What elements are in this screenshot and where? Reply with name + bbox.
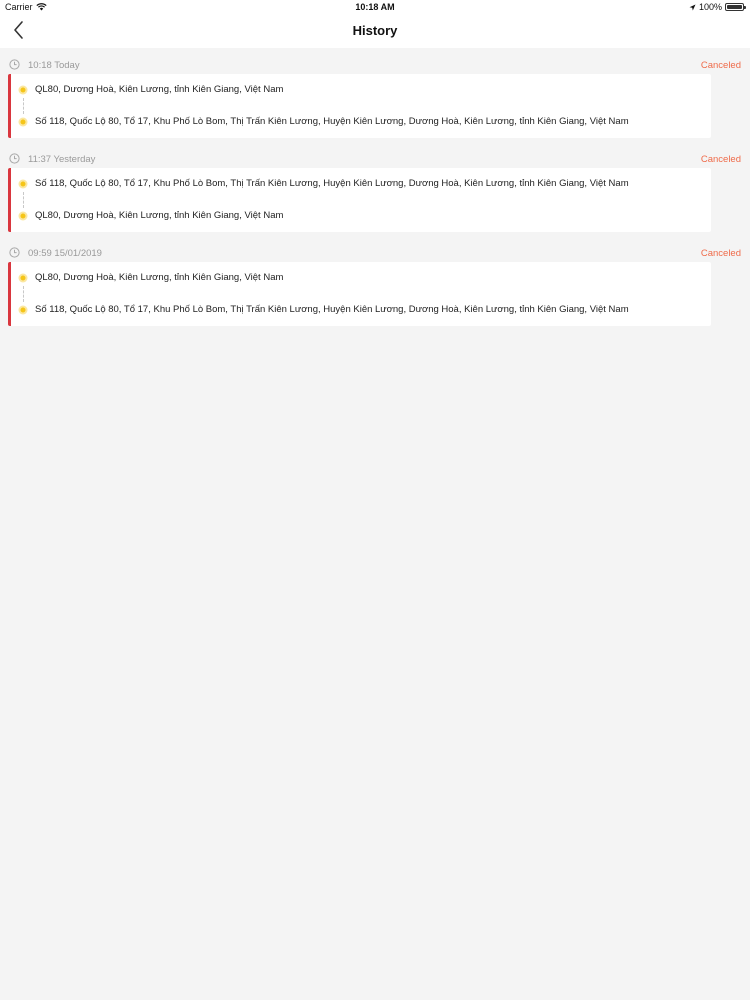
trip-group: 10:18 Today Canceled QL80, Dương Hoà, Ki…	[0, 56, 750, 138]
trip-datetime: 11:37 Yesterday	[28, 154, 96, 165]
trip-header: 10:18 Today Canceled	[0, 56, 750, 74]
navigation-bar: History	[0, 14, 750, 48]
dropoff-address: QL80, Dương Hoà, Kiên Lương, tỉnh Kiên G…	[35, 210, 284, 221]
trip-card[interactable]: Số 118, Quốc Lộ 80, Tổ 17, Khu Phố Lò Bo…	[8, 168, 711, 232]
status-time: 10:18 AM	[355, 2, 395, 12]
clock-icon	[9, 59, 20, 70]
pickup-address: QL80, Dương Hoà, Kiên Lương, tỉnh Kiên G…	[35, 84, 284, 95]
trip-group: 09:59 15/01/2019 Canceled QL80, Dương Ho…	[0, 244, 750, 326]
pickup-address: QL80, Dương Hoà, Kiên Lương, tỉnh Kiên G…	[35, 272, 284, 283]
pickup-dot-icon	[18, 85, 28, 95]
trip-card[interactable]: QL80, Dương Hoà, Kiên Lương, tỉnh Kiên G…	[8, 262, 711, 326]
pickup-dot-icon	[18, 179, 28, 189]
status-bar: Carrier 10:18 AM 100%	[0, 0, 750, 14]
route-connector	[23, 192, 24, 208]
battery-percent: 100%	[698, 2, 722, 12]
trip-datetime: 10:18 Today	[28, 60, 80, 71]
dropoff-address: Số 118, Quốc Lộ 80, Tổ 17, Khu Phố Lò Bo…	[35, 116, 629, 127]
trip-status: Canceled	[700, 154, 741, 165]
dropoff-dot-icon	[18, 211, 28, 221]
clock-icon	[9, 153, 20, 164]
route-connector	[23, 286, 24, 302]
trip-status: Canceled	[700, 60, 741, 71]
dropoff-dot-icon	[18, 305, 28, 315]
battery-icon	[725, 3, 746, 11]
page-title: History	[352, 23, 398, 38]
trip-status: Canceled	[700, 248, 741, 259]
pickup-address: Số 118, Quốc Lộ 80, Tổ 17, Khu Phố Lò Bo…	[35, 178, 629, 189]
location-arrow-icon	[689, 4, 696, 10]
clock-icon	[9, 247, 20, 258]
trip-header: 09:59 15/01/2019 Canceled	[0, 244, 750, 262]
dropoff-address: Số 118, Quốc Lộ 80, Tổ 17, Khu Phố Lò Bo…	[35, 304, 629, 315]
trip-datetime: 09:59 15/01/2019	[28, 248, 102, 259]
dropoff-dot-icon	[18, 117, 28, 127]
history-list: 10:18 Today Canceled QL80, Dương Hoà, Ki…	[0, 48, 750, 326]
trip-group: 11:37 Yesterday Canceled Số 118, Quốc Lộ…	[0, 150, 750, 232]
trip-header: 11:37 Yesterday Canceled	[0, 150, 750, 168]
pickup-dot-icon	[18, 273, 28, 283]
status-right: 100%	[689, 2, 746, 12]
trip-card[interactable]: QL80, Dương Hoà, Kiên Lương, tỉnh Kiên G…	[8, 74, 711, 138]
route-connector	[23, 98, 24, 114]
